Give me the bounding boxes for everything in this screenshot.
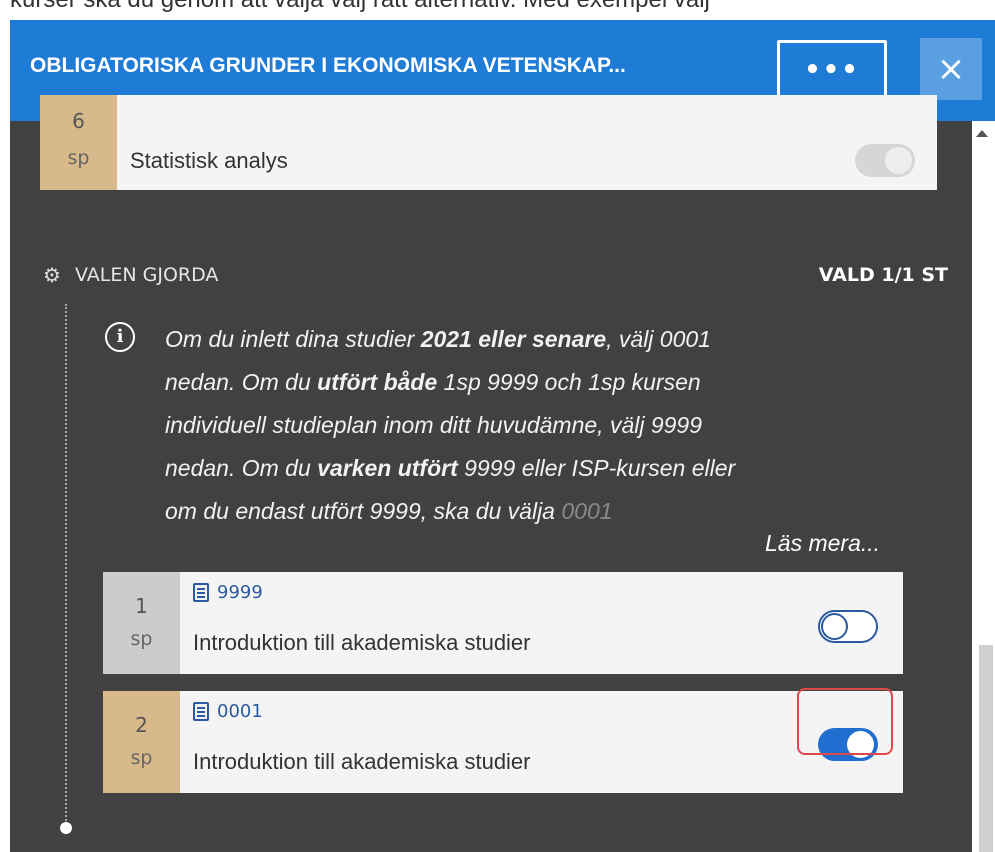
course-name: Statistisk analys — [130, 148, 288, 173]
course-choice-panel: OBLIGATORISKA GRUNDER I EKONOMISKA VETEN… — [10, 20, 995, 852]
credit-number: 1 — [135, 594, 148, 618]
background-page-text: kurser ska du genom att välja välj rätt … — [0, 0, 995, 20]
selection-count: VALD 1/1 ST — [818, 264, 948, 286]
course-name: Introduktion till akademiska studier — [193, 630, 531, 655]
credit-unit: sp — [67, 147, 90, 169]
info-text: Om du inlett dina studier 2021 eller sen… — [165, 326, 736, 524]
credit-badge: 6 sp — [40, 95, 117, 190]
credit-badge: 1 sp — [103, 572, 180, 674]
credit-number: 2 — [135, 713, 148, 737]
sliders-icon: ⚙ — [43, 263, 61, 287]
close-icon: × — [936, 49, 966, 89]
toggle-knob — [821, 613, 848, 640]
course-name: Introduktion till akademiska studier — [193, 749, 531, 774]
course-code-text: 0001 — [217, 701, 263, 722]
section-header: ⚙ VALEN GJORDA — [43, 264, 218, 286]
more-dots-icon: ••• — [804, 55, 860, 85]
read-more-link[interactable]: Läs mera... — [765, 530, 880, 557]
section-title: VALEN GJORDA — [75, 264, 219, 286]
course-code: 0001 — [193, 701, 263, 722]
course-code-text: 9999 — [217, 582, 263, 603]
course-toggle[interactable] — [818, 610, 878, 643]
panel-title: OBLIGATORISKA GRUNDER I EKONOMISKA VETEN… — [30, 54, 626, 77]
course-code: 9999 — [193, 582, 263, 603]
toggle-highlight-box — [797, 688, 893, 755]
section-timeline — [65, 304, 67, 824]
close-button[interactable]: × — [920, 38, 982, 100]
more-options-button[interactable]: ••• — [777, 40, 887, 100]
toggle-knob — [885, 147, 912, 174]
scrollbar-thumb[interactable] — [979, 645, 993, 852]
credit-number: 6 — [72, 109, 85, 133]
scroll-up-arrow-icon[interactable] — [976, 130, 988, 137]
credit-unit: sp — [130, 628, 153, 650]
document-icon — [193, 583, 209, 602]
course-row-0001[interactable]: 2 sp 0001 Introduktion till akademiska s… — [103, 691, 903, 793]
course-row-statistisk-analys: 6 sp Statistisk analys — [40, 95, 937, 190]
credit-badge: 2 sp — [103, 691, 180, 793]
document-icon — [193, 702, 209, 721]
credit-unit: sp — [130, 747, 153, 769]
course-toggle-disabled — [855, 144, 915, 177]
course-row-9999[interactable]: 1 sp 9999 Introduktion till akademiska s… — [103, 572, 903, 674]
background-text: kurser ska du genom att välja välj rätt … — [10, 0, 710, 14]
timeline-end-dot — [60, 822, 72, 834]
info-icon: i — [105, 322, 135, 352]
